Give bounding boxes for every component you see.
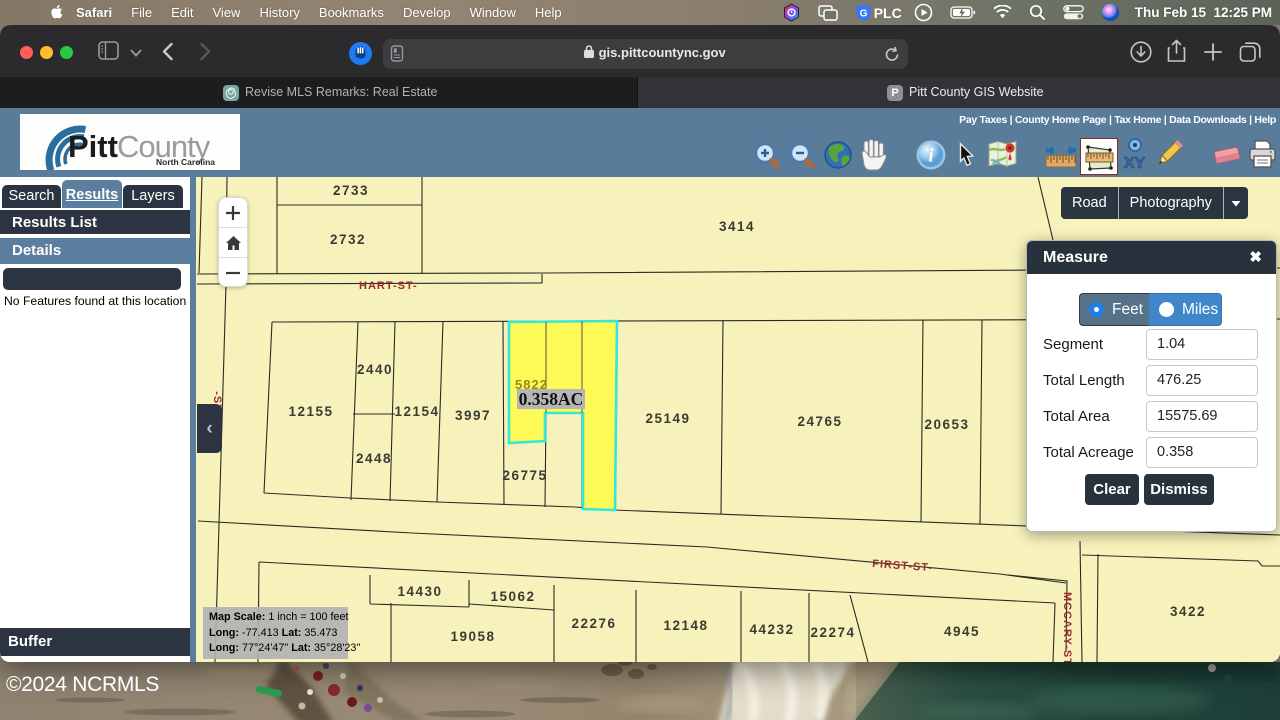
svg-text:19058: 19058 xyxy=(450,629,495,644)
svg-text:22276: 22276 xyxy=(571,616,616,631)
svg-text:4945: 4945 xyxy=(944,624,980,639)
svg-text:12155: 12155 xyxy=(288,404,333,419)
svg-text:25149: 25149 xyxy=(645,411,690,426)
svg-text:i: i xyxy=(928,146,934,167)
svg-text:20653: 20653 xyxy=(924,417,969,432)
svg-text:North Carolina: North Carolina xyxy=(156,157,215,167)
svg-text:22274: 22274 xyxy=(810,625,855,640)
svg-text:2733: 2733 xyxy=(333,183,369,198)
svg-text:26775: 26775 xyxy=(502,468,547,483)
svg-text:15062: 15062 xyxy=(490,589,535,604)
svg-text:3414: 3414 xyxy=(719,219,755,234)
svg-text:G: G xyxy=(859,9,867,20)
svg-text:14430: 14430 xyxy=(397,584,442,599)
svg-text:24765: 24765 xyxy=(797,414,842,429)
svg-text:12154: 12154 xyxy=(394,404,439,419)
svg-text:XY: XY xyxy=(1124,155,1146,171)
svg-text:0.358AC: 0.358AC xyxy=(519,389,584,409)
svg-text:44232: 44232 xyxy=(749,622,794,637)
svg-text:12148: 12148 xyxy=(663,618,708,633)
svg-text:3997: 3997 xyxy=(455,408,491,423)
svg-text:HART-ST-: HART-ST- xyxy=(359,280,418,292)
svg-text:2440: 2440 xyxy=(357,362,393,377)
svg-text:3422: 3422 xyxy=(1170,604,1206,619)
svg-text:MCCARY-ST-: MCCARY-ST- xyxy=(1061,592,1073,662)
svg-text:FIRST-ST-: FIRST-ST- xyxy=(872,558,934,574)
svg-text:2448: 2448 xyxy=(356,451,392,466)
svg-text:Pitt: Pitt xyxy=(68,129,118,164)
svg-text:2732: 2732 xyxy=(330,232,366,247)
